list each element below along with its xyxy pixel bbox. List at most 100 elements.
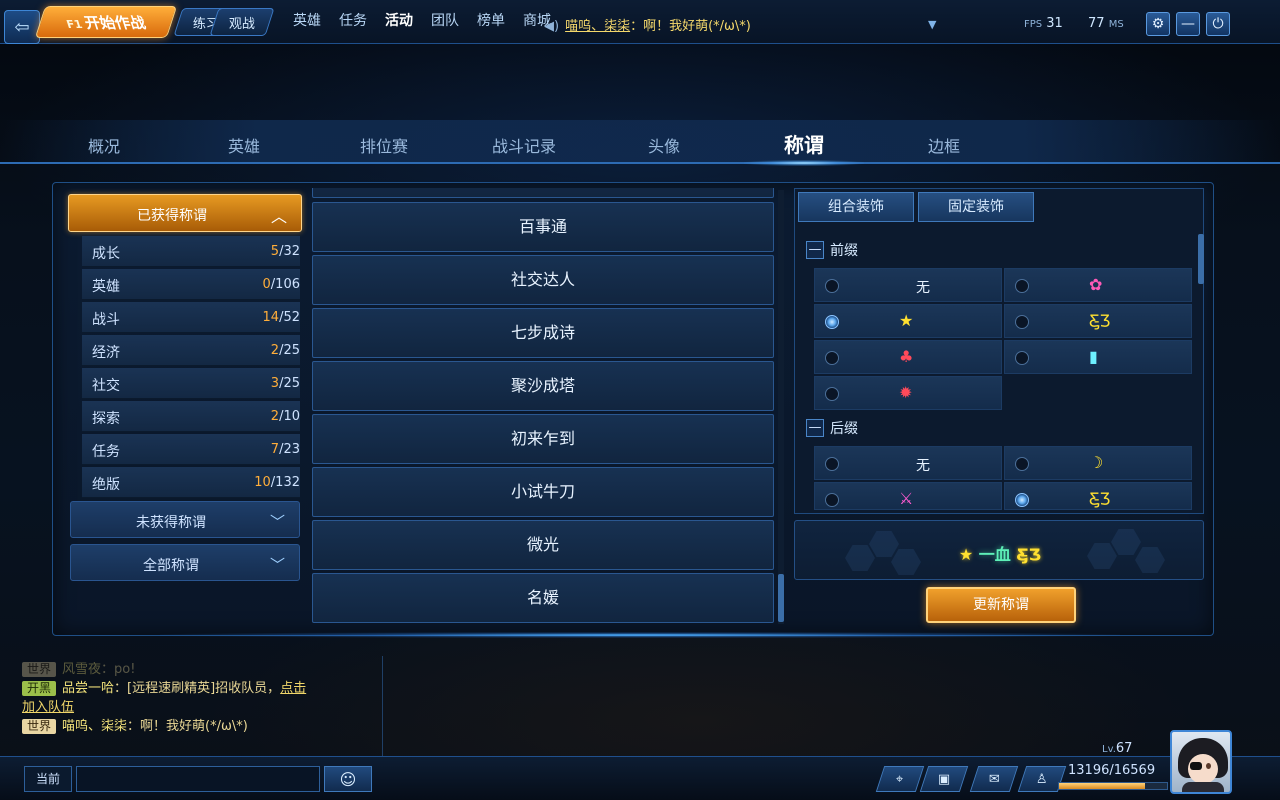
prefix-option-butterfly[interactable]: Ƹ̵̡Ʒ <box>1004 304 1192 338</box>
tab-combo-decoration[interactable]: 组合装饰 <box>798 192 914 222</box>
tab-battle-record[interactable]: 战斗记录 <box>484 133 564 157</box>
radio-button[interactable] <box>1015 457 1029 471</box>
list-item[interactable]: 百事通 <box>312 202 774 252</box>
list-item[interactable]: 小试牛刀 <box>312 467 774 517</box>
category-row[interactable]: 任务 7/23 <box>82 434 300 465</box>
profile-tabs: 概况 英雄 排位赛 战斗记录 头像 称谓 边框 <box>0 120 1280 166</box>
category-row[interactable]: 绝版 10/132 <box>82 467 300 498</box>
suffix-option-moon[interactable]: ☽ <box>1004 446 1192 480</box>
gift-box-icon: ▣ <box>937 771 951 787</box>
prefix-option-flower[interactable]: ✿ <box>1004 268 1192 302</box>
prefix-option-none[interactable]: 无 <box>814 268 1002 302</box>
join-team-link[interactable]: 加入队伍 <box>22 700 74 715</box>
smiley-icon: ☺ <box>339 769 357 789</box>
prefix-option-star[interactable]: ★ <box>814 304 1002 338</box>
list-item[interactable]: 社交达人 <box>312 255 774 305</box>
radio-button[interactable] <box>825 387 839 401</box>
radio-button[interactable] <box>825 279 839 293</box>
join-team-link[interactable]: 点击 <box>280 681 306 696</box>
nav-heroes[interactable]: 英雄 <box>284 10 330 30</box>
start-battle-button[interactable]: F1开始作战 <box>34 6 178 38</box>
prefix-label: 前缀 <box>830 243 858 259</box>
panel-glow <box>160 632 1120 638</box>
list-item[interactable]: 初来乍到 <box>312 414 774 464</box>
back-button[interactable]: ⇦ <box>4 10 40 44</box>
active-tab-indicator <box>744 160 864 166</box>
crossed-swords-icon: ⚔ <box>899 489 914 508</box>
tab-avatar[interactable]: 头像 <box>624 133 704 157</box>
moon-icon: ☽ <box>1089 453 1104 472</box>
avatar[interactable] <box>1170 730 1232 794</box>
broadcast-sender[interactable]: 喵呜、柒柒 <box>565 19 630 34</box>
tab-ranked[interactable]: 排位赛 <box>344 133 424 157</box>
suffix-section-header[interactable]: — 后缀 <box>806 418 858 438</box>
suffix-option-butterfly[interactable]: Ƹ̵̡Ʒ <box>1004 482 1192 510</box>
update-title-button[interactable]: 更新称谓 <box>926 587 1076 623</box>
title-preview: ★ 一血 Ƹ̵̡Ʒ <box>794 520 1204 580</box>
prefix-option-cherry[interactable]: ♣ <box>814 340 1002 374</box>
nav-events[interactable]: 活动 <box>376 10 422 30</box>
list-item[interactable]: 微光 <box>312 520 774 570</box>
list-item[interactable]: 聚沙成塔 <box>312 361 774 411</box>
tab-fixed-decoration[interactable]: 固定装饰 <box>918 192 1034 222</box>
friends-icon: ♙ <box>1036 771 1048 787</box>
tab-heroes[interactable]: 英雄 <box>204 133 284 157</box>
map-button[interactable]: ⌖ <box>875 766 925 792</box>
power-icon[interactable]: ⏻ <box>1206 12 1230 36</box>
chevron-down-icon: ﹀ <box>269 556 285 574</box>
radio-button[interactable] <box>1015 351 1029 365</box>
settings-icon[interactable]: ⚙ <box>1146 12 1170 36</box>
radio-button[interactable] <box>1015 315 1029 329</box>
nav-team[interactable]: 团队 <box>422 10 468 30</box>
category-row[interactable]: 探索 2/10 <box>82 401 300 432</box>
category-row[interactable]: 英雄 0/106 <box>82 269 300 300</box>
suffix-option-none[interactable]: 无 <box>814 446 1002 480</box>
title-list-scroll-thumb[interactable] <box>778 574 784 622</box>
category-row[interactable]: 社交 3/25 <box>82 368 300 399</box>
tab-overview[interactable]: 概况 <box>64 133 144 157</box>
list-item[interactable]: 名媛 <box>312 573 774 623</box>
star-icon: ★ <box>899 311 914 330</box>
obtained-titles-header[interactable]: 已获得称谓 ︿ <box>68 194 302 232</box>
prefix-section-header[interactable]: — 前缀 <box>806 240 858 260</box>
chat-log: 世界 风雪夜：po! 开黑 品尝一哈：[远程速刷精英]招收队员，点击 加入队伍 世界… <box>22 660 382 736</box>
category-row[interactable]: 战斗 14/52 <box>82 302 300 333</box>
category-row[interactable]: 成长 5/32 <box>82 236 300 267</box>
mail-button[interactable]: ✉ <box>969 766 1019 792</box>
exp-readout: 13196/16569 <box>1068 763 1156 778</box>
all-titles-button[interactable]: 全部称谓 ﹀ <box>70 544 300 581</box>
nav-rankings[interactable]: 榜单 <box>468 10 514 30</box>
suffix-option-swords[interactable]: ⚔ <box>814 482 1002 510</box>
system-status: ▼ FPS 31 77 MS ⚙ — ⏻ <box>920 6 1276 40</box>
list-item[interactable] <box>312 188 774 198</box>
chevron-down-icon[interactable]: ▼ <box>928 18 936 31</box>
mail-icon: ✉ <box>988 771 1000 787</box>
radio-button[interactable] <box>825 457 839 471</box>
radio-button[interactable] <box>1015 279 1029 293</box>
chat-channel-select[interactable]: 当前 <box>24 766 72 792</box>
gift-button[interactable]: ▣ <box>919 766 969 792</box>
radio-button-selected[interactable] <box>1015 493 1029 507</box>
player-level: Lv.67 <box>1102 741 1133 756</box>
title-list-scrollbar[interactable] <box>778 190 784 624</box>
nav-tasks[interactable]: 任务 <box>330 10 376 30</box>
unobtained-titles-button[interactable]: 未获得称谓 ﹀ <box>70 501 300 538</box>
collapse-icon[interactable]: — <box>806 419 824 437</box>
emoji-button[interactable]: ☺ <box>324 766 372 792</box>
decoration-scrollbar[interactable] <box>1198 234 1204 284</box>
radio-button[interactable] <box>825 493 839 507</box>
tab-frame[interactable]: 边框 <box>904 133 984 157</box>
tab-titles[interactable]: 称谓 <box>764 129 844 158</box>
minimize-icon[interactable]: — <box>1176 12 1200 36</box>
list-item[interactable]: 七步成诗 <box>312 308 774 358</box>
radio-button[interactable] <box>825 351 839 365</box>
collapse-icon[interactable]: — <box>806 241 824 259</box>
chat-input[interactable] <box>76 766 320 792</box>
spectate-button[interactable]: 观战 <box>209 8 275 36</box>
radio-button-selected[interactable] <box>825 315 839 329</box>
butterfly-icon: Ƹ̵̡Ʒ <box>1016 545 1042 564</box>
category-list: 成长 5/32 英雄 0/106 战斗 14/52 经济 2/25 社交 3/25 探索 2… <box>82 236 300 500</box>
prefix-option-bottle[interactable]: ▮ <box>1004 340 1192 374</box>
category-row[interactable]: 经济 2/25 <box>82 335 300 366</box>
prefix-option-gear[interactable]: ✹ <box>814 376 1002 410</box>
